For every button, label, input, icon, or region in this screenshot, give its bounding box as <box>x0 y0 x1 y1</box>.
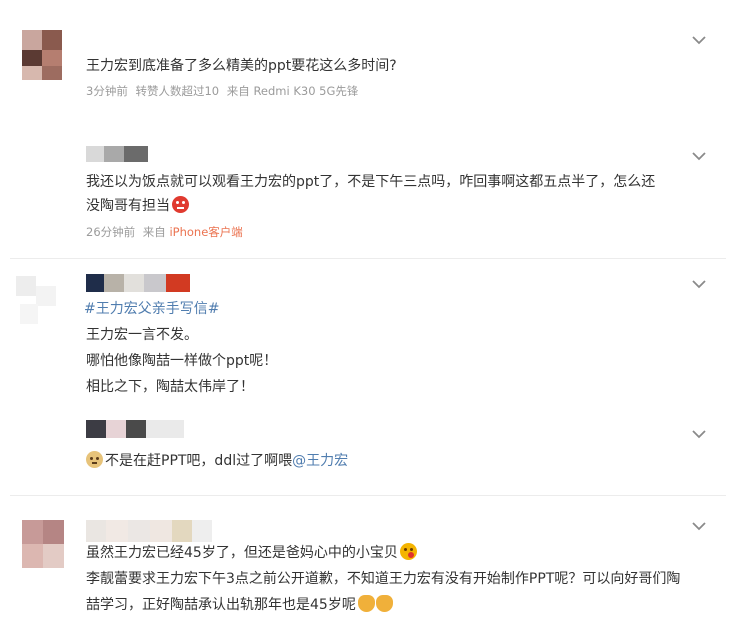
source-label[interactable]: Redmi K30 5G先锋 <box>253 84 358 98</box>
comment-time: 3分钟前 <box>86 84 128 98</box>
comment-text-line-1: 王力宏一言不发。 <box>86 327 198 343</box>
comment-text-line-1: 我还以为饭点就可以观看王力宏的ppt了，不是下午三点吗，咋回事啊这都五点半了，怎… <box>86 174 656 190</box>
doge-emoji-icon <box>86 451 103 468</box>
clap-emoji-icon <box>375 595 393 612</box>
comment-text-line-2-text: 没陶哥有担当 <box>86 198 170 214</box>
avatar-blurred[interactable] <box>16 276 56 328</box>
chevron-down-icon[interactable] <box>690 278 708 290</box>
comment-time: 26分钟前 <box>86 225 136 239</box>
hashtag-link[interactable]: #王力宏父亲手写信# <box>84 299 219 319</box>
chevron-down-icon[interactable] <box>690 520 708 532</box>
source-prefix: 来自 <box>226 84 250 98</box>
comment-text-line-2: 哪怕他像陶喆一样做个ppt呢！ <box>86 353 278 369</box>
angry-red-face-emoji-icon <box>172 196 189 213</box>
source-prefix: 来自 <box>142 225 166 239</box>
comment-text: 不是在赶PPT吧，ddl过了啊喂@王力宏 <box>86 451 348 471</box>
comment-text-line-2: 没陶哥有担当 <box>86 196 189 216</box>
chevron-down-icon[interactable] <box>690 150 708 162</box>
clap-emoji-icon <box>357 595 375 612</box>
source-link[interactable]: iPhone客户端 <box>169 225 242 239</box>
comment-text-line-2: 李靓蕾要求王力宏下午3点之前公开道歉，不知道王力宏有没有开始制作PPT呢？可以向… <box>86 571 681 587</box>
username-blurred[interactable] <box>86 520 212 542</box>
chevron-down-icon[interactable] <box>690 428 708 440</box>
avatar-blurred[interactable] <box>22 520 64 568</box>
divider <box>10 258 726 259</box>
username-blurred[interactable] <box>86 420 184 438</box>
hashtag-text[interactable]: #王力宏父亲手写信# <box>84 301 219 317</box>
divider <box>10 495 726 496</box>
comment-text-line-1-text: 虽然王力宏已经45岁了，但还是爸妈心中的小宝贝 <box>86 545 398 561</box>
repost-count: 转赞人数超过10 <box>135 84 220 98</box>
avatar-blurred[interactable] <box>22 30 62 80</box>
comment-text-body: 不是在赶PPT吧，ddl过了啊喂 <box>105 453 293 469</box>
chevron-down-icon[interactable] <box>690 34 708 46</box>
username-blurred[interactable] <box>86 274 190 292</box>
comment-meta: 26分钟前 来自 iPhone客户端 <box>86 224 243 240</box>
mention-link[interactable]: @王力宏 <box>292 453 348 469</box>
comment-meta: 3分钟前 转赞人数超过10 来自 Redmi K30 5G先锋 <box>86 83 358 99</box>
comment-text: 王力宏到底准备了多么精美的ppt要花这么多时间? <box>86 58 397 74</box>
kiss-emoji-icon <box>399 543 417 560</box>
comment-text-line-3: 喆学习，正好陶喆承认出轨那年也是45岁呢 <box>86 595 393 615</box>
comment-text-line-1: 虽然王力宏已经45岁了，但还是爸妈心中的小宝贝 <box>86 543 417 563</box>
comment-text-line-3-text: 喆学习，正好陶喆承认出轨那年也是45岁呢 <box>86 597 356 613</box>
comment-text-line-3: 相比之下，陶喆太伟岸了！ <box>86 379 254 395</box>
username-blurred[interactable] <box>86 146 148 162</box>
